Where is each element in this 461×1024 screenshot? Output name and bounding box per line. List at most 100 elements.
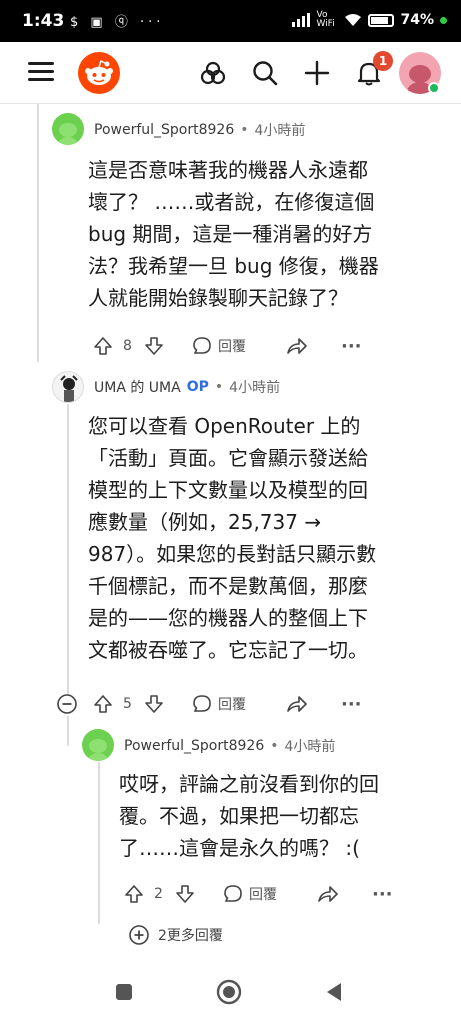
author-name[interactable]: UMA 的 UMA [94,377,181,397]
more-replies-button[interactable]: 2更多回覆 [128,924,223,946]
downvote-button[interactable] [144,694,164,714]
share-icon [287,696,307,712]
comment-header: Powerful_Sport8926 • 4小時前 [124,736,335,756]
upvote-button[interactable] [93,336,113,356]
comment-line: 「活動」頁面。它會顯示發送給 [88,446,368,470]
menu-icon[interactable] [28,62,54,82]
upvote-button[interactable] [124,884,144,904]
expand-icon [129,925,149,945]
comment-line: 應數量（例如，25,737 → [88,510,322,534]
search-icon[interactable] [251,59,279,87]
more-icon[interactable]: ··· [341,336,362,357]
battery-level: 74% [400,12,434,28]
share-button[interactable] [286,694,308,714]
avatar[interactable] [52,371,84,403]
system-nav-bar [0,968,461,1024]
downvote-button[interactable] [175,884,195,904]
comment-line: 哎呀，評論之前沒看到你的回 [119,772,379,796]
comment-body: 哎呀，評論之前沒看到你的回 覆。不過，如果把一切都忘 了……這會是永久的嗎？ :… [119,768,379,864]
author-name[interactable]: Powerful_Sport8926 [124,738,264,754]
network-label: Vo WiFi [316,10,335,29]
more-replies-label: 2更多回覆 [158,928,223,944]
more-icon[interactable]: ··· [341,694,362,715]
separator-dot: • [270,738,279,754]
upvote-icon [125,885,143,903]
comment-line: 是的——您的機器人的整個上下 [88,606,368,630]
notification-badge: 1 [373,51,393,71]
recents-button[interactable] [114,982,134,1002]
comment-actions: 2 回覆 ··· [0,881,461,907]
downvote-button[interactable] [144,336,164,356]
share-button[interactable] [286,336,308,356]
timestamp: 4小時前 [229,380,281,396]
downvote-icon [145,695,163,713]
status-time: 1:43 [22,11,65,31]
status-notification-icons: $ ▣ ⓠ ··· [70,15,165,30]
op-tag: OP [186,379,209,395]
reply-label: 回覆 [218,697,246,713]
comment-actions: 8 回覆 ··· [0,333,461,359]
avatar[interactable] [82,729,114,761]
reply-label: 回覆 [249,887,277,903]
communities-icon[interactable] [199,59,227,87]
app-header: 1 [0,42,461,104]
separator-dot: • [240,122,249,138]
reply-label: 回覆 [218,339,246,355]
comment-line: 987）。如果您的長對話只顯示數 [88,542,377,566]
comment-actions: 5 回覆 ··· [0,691,461,717]
upvote-icon [94,337,112,355]
home-button[interactable] [216,979,242,1005]
separator-dot: • [214,379,224,395]
online-status-dot [428,82,440,94]
comment-line: 人就能開始錄製聊天記錄了？ [88,286,348,310]
reply-icon [193,695,211,712]
back-button[interactable] [324,981,344,1003]
vote-count: 5 [123,696,132,712]
comment-line: 壞了？ ……或者說，在修復這個 [88,190,375,214]
comment-line: 文都被吞噬了。它忘記了一切。 [88,638,368,662]
thread-line [67,716,69,746]
timestamp: 4小時前 [284,739,336,755]
comment-line: 您可以查看 OpenRouter 上的 [88,414,361,438]
wifi-icon [345,14,362,26]
reply-icon [224,885,242,902]
status-bar: 1:43 $ ▣ ⓠ ··· Vo WiFi 74% [0,0,461,42]
comment-header: UMA 的 UMA OP • 4小時前 [94,377,280,397]
share-icon [287,338,307,354]
comment-line: 覆。不過，如果把一切都忘 [119,804,359,828]
more-icon[interactable]: ··· [372,884,393,905]
vote-count: 8 [123,338,132,354]
comment-line: 了……這會是永久的嗎？ :( [119,836,360,860]
vote-count: 2 [154,886,163,902]
reply-icon [193,337,211,354]
comment-line: 法？我希望一旦 bug 修復，機器 [88,254,379,278]
thread-line [37,104,39,362]
upvote-button[interactable] [93,694,113,714]
reply-button[interactable]: 回覆 [192,694,246,714]
reply-button[interactable]: 回覆 [192,336,246,356]
downvote-icon [145,337,163,355]
status-right: Vo WiFi 74% [292,11,447,29]
create-icon[interactable] [303,59,331,87]
comment-body: 這是否意味著我的機器人永遠都 壞了？ ……或者說，在修復這個 bug 期間，這是… [88,154,379,314]
comment-line: 模型的上下文數量以及模型的回 [88,478,368,502]
signal-icon [292,13,311,27]
battery-icon [368,13,395,27]
comment-line: 這是否意味著我的機器人永遠都 [88,158,368,182]
comment-line: 千個標記，而不是數萬個，那麼 [88,574,368,598]
share-button[interactable] [317,884,339,904]
downvote-icon [176,885,194,903]
upvote-icon [94,695,112,713]
author-name[interactable]: Powerful_Sport8926 [94,122,234,138]
collapse-icon [57,694,77,714]
comment-body: 您可以查看 OpenRouter 上的 「活動」頁面。它會顯示發送給 模型的上下… [88,410,376,666]
comment-line: bug 期間，這是一種消暑的好方 [88,222,373,246]
share-icon [318,886,338,902]
avatar[interactable] [52,113,84,145]
timestamp: 4小時前 [254,123,306,139]
reply-button[interactable]: 回覆 [223,884,277,904]
charging-dot [440,16,447,24]
comment-header: Powerful_Sport8926 • 4小時前 [94,120,305,140]
collapse-button[interactable] [56,693,78,715]
reddit-logo[interactable] [78,52,120,94]
